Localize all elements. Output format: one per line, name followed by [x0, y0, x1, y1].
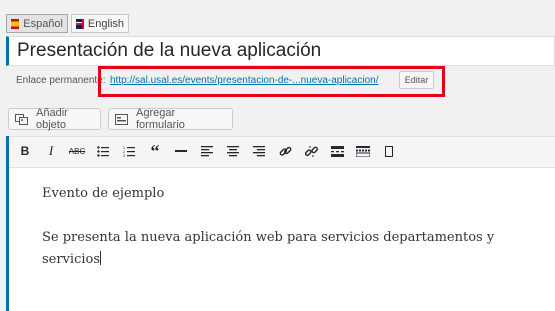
permalink-label: Enlace permanente: — [16, 75, 106, 86]
toolbar-toggle-icon[interactable] — [355, 143, 371, 159]
link-icon[interactable] — [277, 143, 293, 159]
horizontal-rule-icon[interactable] — [173, 143, 189, 159]
form-icon — [115, 113, 128, 125]
strikethrough-icon[interactable]: ABC — [69, 143, 85, 159]
add-media-icon — [15, 113, 28, 125]
tab-espanol[interactable]: Español — [6, 14, 68, 33]
add-form-button[interactable]: Agregar formulario — [108, 107, 233, 131]
svg-text:3: 3 — [123, 154, 125, 157]
bold-icon[interactable]: B — [17, 143, 33, 159]
content-text: servicios — [42, 252, 101, 267]
permalink-highlight-box — [98, 66, 445, 97]
add-object-button[interactable]: Añadir objeto — [8, 107, 101, 131]
align-center-icon[interactable] — [225, 143, 241, 159]
italic-icon[interactable]: I — [43, 143, 59, 159]
content-paragraph: Se presenta la nueva aplicación web para… — [42, 230, 495, 245]
bullet-list-icon[interactable] — [95, 143, 111, 159]
align-left-icon[interactable] — [199, 143, 215, 159]
blockquote-icon[interactable]: “ — [147, 141, 163, 161]
title-value: Presentación de la nueva aplicación — [17, 40, 322, 61]
unlink-icon[interactable] — [303, 143, 319, 159]
read-more-icon[interactable] — [329, 143, 345, 159]
align-right-icon[interactable] — [251, 143, 267, 159]
tab-english[interactable]: English — [71, 14, 129, 33]
es-flag-icon — [11, 18, 20, 29]
add-object-label: Añadir objeto — [36, 107, 68, 131]
content-paragraph: servicios — [42, 249, 102, 271]
tab-label: Español — [23, 17, 63, 30]
uk-flag-icon — [76, 18, 84, 29]
text-cursor — [100, 251, 102, 265]
numbered-list-icon[interactable]: 123 — [121, 143, 137, 159]
content-paragraph: Evento de ejemplo — [42, 186, 165, 201]
title-input[interactable]: Presentación de la nueva aplicación — [6, 36, 555, 66]
tab-label: English — [87, 17, 124, 30]
add-form-label: Agregar formulario — [136, 107, 185, 131]
fullscreen-icon[interactable] — [381, 143, 397, 159]
